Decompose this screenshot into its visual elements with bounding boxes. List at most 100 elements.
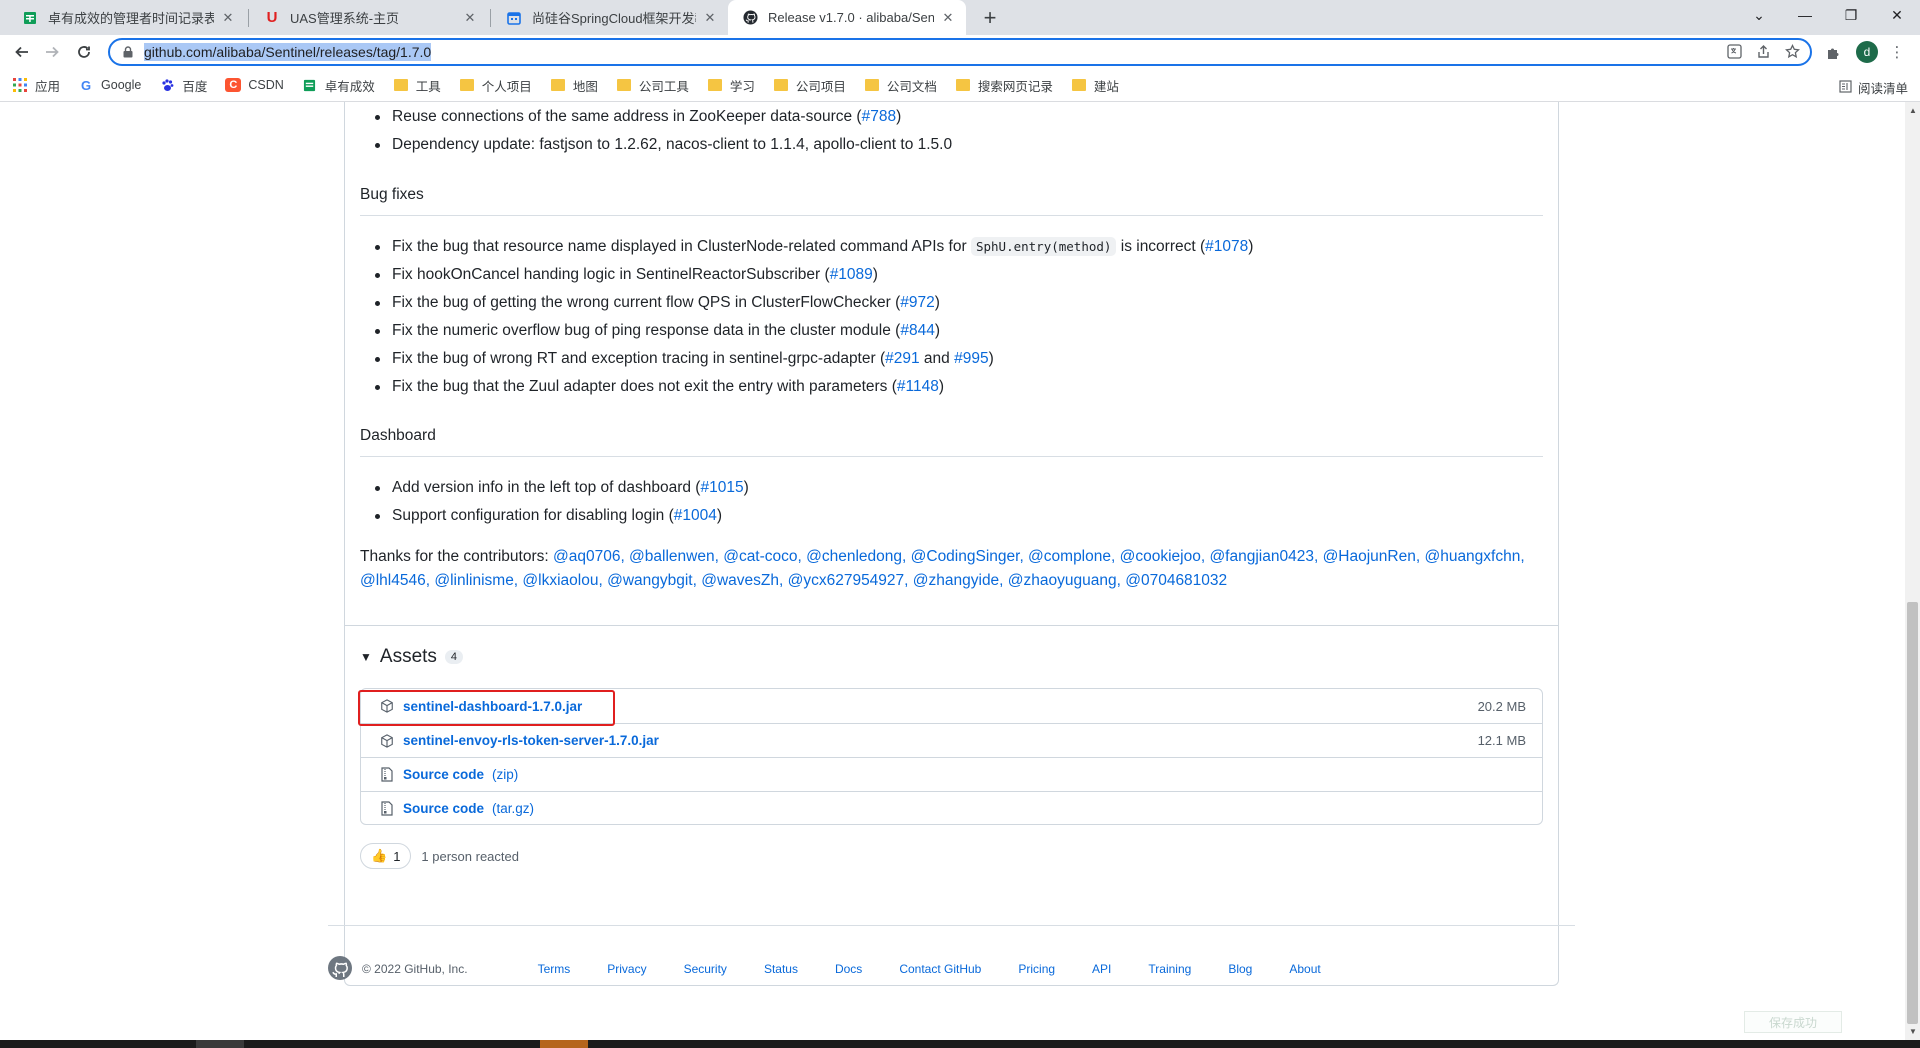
lock-icon[interactable] xyxy=(122,46,134,58)
folder-icon xyxy=(955,78,971,92)
menu-kebab-icon[interactable]: ⋮ xyxy=(1886,41,1908,63)
list-item: Fix the bug that the Zuul adapter does n… xyxy=(360,373,1543,401)
taskbar-item[interactable] xyxy=(540,1040,588,1048)
bookmark-label: CSDN xyxy=(248,78,284,92)
thumbs-up-reaction-button[interactable]: 👍 1 xyxy=(360,843,412,869)
restore-button[interactable]: ❐ xyxy=(1828,0,1874,30)
bookmark-folder-company-projects[interactable]: 公司项目 xyxy=(773,76,846,95)
asset-row[interactable]: Source code (tar.gz) xyxy=(361,791,1542,825)
address-bar[interactable]: github.com/alibaba/Sentinel/releases/tag… xyxy=(108,38,1812,66)
item-text: ) xyxy=(743,479,749,496)
tab-title: 卓有成效的管理者时间记录表 - 在 xyxy=(48,11,214,26)
close-icon[interactable]: ✕ xyxy=(220,10,236,26)
issue-link[interactable]: #1015 xyxy=(700,479,743,496)
item-text: Fix the bug of wrong RT and exception tr… xyxy=(392,350,886,367)
contributors-links[interactable]: @lhl4546, @linlinisme, @lkxiaolou, @wang… xyxy=(360,572,1227,589)
footer-link-about[interactable]: About xyxy=(1289,962,1320,976)
issue-link[interactable]: #972 xyxy=(900,294,934,311)
footer-link-terms[interactable]: Terms xyxy=(538,962,571,976)
bookmark-apps[interactable]: 应用 xyxy=(12,76,60,95)
bookmark-folder-map[interactable]: 地图 xyxy=(550,76,598,95)
folder-icon xyxy=(1071,78,1087,92)
taskbar-item[interactable] xyxy=(196,1040,244,1048)
footer-link-docs[interactable]: Docs xyxy=(835,962,862,976)
close-window-button[interactable]: ✕ xyxy=(1874,0,1920,30)
reading-list-button[interactable]: 阅读清单 xyxy=(1839,78,1908,97)
bookmark-folder-site[interactable]: 建站 xyxy=(1071,76,1119,95)
issue-link[interactable]: #1089 xyxy=(830,266,873,283)
page-scrollbar[interactable]: ▲ ▼ xyxy=(1905,102,1920,1040)
bookmark-folder-company-docs[interactable]: 公司文档 xyxy=(864,76,937,95)
bookmark-folder-study[interactable]: 学习 xyxy=(707,76,755,95)
item-text: ) xyxy=(934,322,940,339)
item-text: Fix hookOnCancel handing logic in Sentin… xyxy=(392,266,830,283)
tab-springcloud[interactable]: 尚硅谷SpringCloud框架开发教程 ✕ xyxy=(492,0,728,35)
sheet-icon xyxy=(302,78,318,92)
item-text: Dependency update: fastjson to 1.2.62, n… xyxy=(392,136,953,153)
bookmark-folder-personal[interactable]: 个人项目 xyxy=(459,76,532,95)
extensions-puzzle-icon[interactable] xyxy=(1822,41,1844,63)
footer-link-api[interactable]: API xyxy=(1092,962,1111,976)
footer-link-privacy[interactable]: Privacy xyxy=(607,962,646,976)
tab-uas[interactable]: U UAS管理系统-主页 ✕ xyxy=(250,0,488,35)
apps-grid-icon xyxy=(12,78,28,92)
reload-button[interactable] xyxy=(70,39,98,65)
bookmark-csdn[interactable]: C CSDN xyxy=(225,78,284,92)
reactions: 👍 1 1 person reacted xyxy=(360,842,519,870)
assets-heading: Assets xyxy=(379,646,437,667)
bookmark-folder-tools[interactable]: 工具 xyxy=(393,76,441,95)
asset-name[interactable]: sentinel-envoy-rls-token-server-1.7.0.ja… xyxy=(403,733,659,748)
asset-row[interactable]: sentinel-envoy-rls-token-server-1.7.0.ja… xyxy=(361,723,1542,757)
issue-link[interactable]: #844 xyxy=(900,322,934,339)
issue-link[interactable]: #1004 xyxy=(674,507,717,524)
url-text[interactable]: github.com/alibaba/Sentinel/releases/tag… xyxy=(144,43,432,61)
issue-link[interactable]: #995 xyxy=(954,350,988,367)
close-icon[interactable]: ✕ xyxy=(940,10,956,26)
tab-time-record[interactable]: 卓有成效的管理者时间记录表 - 在 ✕ xyxy=(8,0,246,35)
minimize-button[interactable]: — xyxy=(1782,0,1828,30)
footer-link-contact[interactable]: Contact GitHub xyxy=(899,962,981,976)
close-icon[interactable]: ✕ xyxy=(702,10,718,26)
footer-link-security[interactable]: Security xyxy=(684,962,727,976)
bookmark-label: 工具 xyxy=(415,79,441,94)
bookmark-folder-search-records[interactable]: 搜索网页记录 xyxy=(955,76,1053,95)
scroll-up-arrow-icon[interactable]: ▲ xyxy=(1909,106,1917,115)
copyright: © 2022 GitHub, Inc. xyxy=(362,962,468,976)
bookmark-label: 公司项目 xyxy=(795,79,846,94)
profile-avatar[interactable]: d xyxy=(1856,41,1878,63)
list-item: Fix the bug of wrong RT and exception tr… xyxy=(360,345,1543,373)
asset-name[interactable]: Source code xyxy=(403,767,484,782)
back-button[interactable] xyxy=(8,39,36,65)
close-icon[interactable]: ✕ xyxy=(462,10,478,26)
bookmark-folder-company-tools[interactable]: 公司工具 xyxy=(616,76,689,95)
asset-row[interactable]: Source code (zip) xyxy=(361,757,1542,791)
issue-link[interactable]: #291 xyxy=(885,350,919,367)
assets-toggle[interactable]: ▼ Assets 4 xyxy=(360,646,464,668)
bookmark-google[interactable]: G Google xyxy=(78,78,141,93)
list-item: Fix hookOnCancel handing logic in Sentin… xyxy=(360,261,1543,289)
footer-divider xyxy=(328,925,1575,926)
footer-link-status[interactable]: Status xyxy=(764,962,798,976)
bookmark-zhuoyou[interactable]: 卓有成效 xyxy=(302,76,375,95)
asset-name[interactable]: Source code xyxy=(403,801,484,816)
bookmark-star-icon[interactable] xyxy=(1785,43,1800,62)
tab-search-icon[interactable]: ⌄ xyxy=(1736,0,1782,30)
contributors-links[interactable]: @aq0706, @ballenwen, @cat-coco, @chenled… xyxy=(553,548,1525,565)
footer-link-blog[interactable]: Blog xyxy=(1228,962,1252,976)
footer-link-training[interactable]: Training xyxy=(1148,962,1191,976)
tab-release-active[interactable]: Release v1.7.0 · alibaba/Sentinel ✕ xyxy=(728,0,966,35)
scroll-down-arrow-icon[interactable]: ▼ xyxy=(1909,1027,1917,1036)
item-text: Fix the numeric overflow bug of ping res… xyxy=(392,322,901,339)
item-text: Fix the bug of getting the wrong current… xyxy=(392,294,901,311)
new-tab-button[interactable]: + xyxy=(976,4,1004,32)
scrollbar-thumb[interactable] xyxy=(1907,602,1918,1024)
issue-link[interactable]: #1148 xyxy=(897,378,939,395)
issue-link[interactable]: #788 xyxy=(862,108,896,125)
issue-link[interactable]: #1078 xyxy=(1205,238,1248,255)
github-logo-icon[interactable] xyxy=(328,955,352,983)
forward-button[interactable] xyxy=(38,39,66,65)
bookmark-baidu[interactable]: 百度 xyxy=(159,76,207,95)
translate-icon[interactable] xyxy=(1727,44,1742,62)
share-icon[interactable] xyxy=(1756,44,1771,62)
footer-link-pricing[interactable]: Pricing xyxy=(1018,962,1055,976)
